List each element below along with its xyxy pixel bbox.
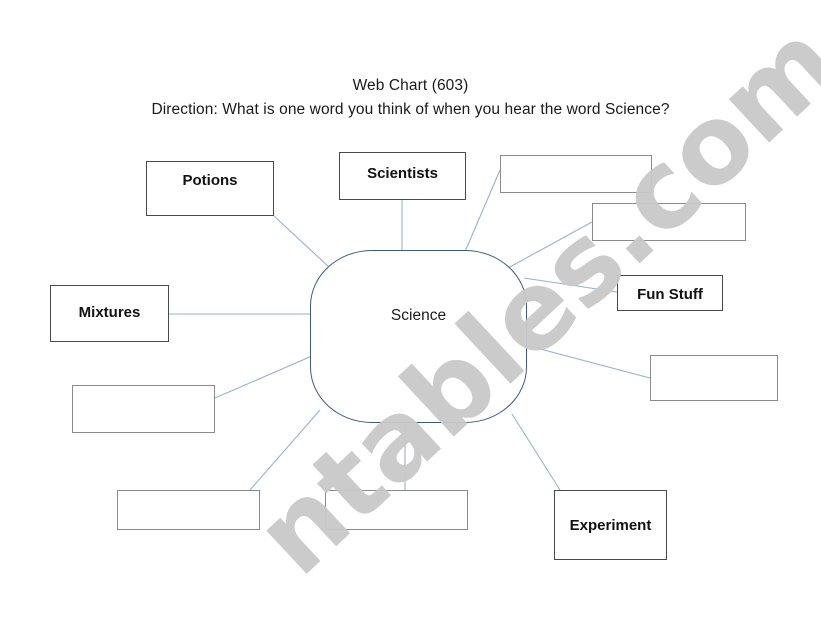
node-box-empty-top-right-1[interactable] [500,155,652,193]
node-label-potions: Potions [182,172,238,189]
connector-empty-l1 [214,355,313,399]
connector-experiment [511,413,561,491]
connector-potions [273,215,331,269]
node-box-experiment[interactable]: Experiment [554,490,667,560]
chart-title: Web Chart (603) [352,77,469,94]
node-label-scientists: Scientists [367,164,438,182]
connector-funstuff [523,277,618,293]
page-heading: Web Chart (603) Direction: What is one w… [0,74,821,122]
node-label-experiment: Experiment [569,516,652,534]
node-box-potions[interactable]: Potions [146,161,274,216]
node-box-empty-top-right-2[interactable] [592,203,746,241]
node-label-mixtures: Mixtures [78,304,141,321]
node-label-fun-stuff: Fun Stuff [637,285,703,303]
worksheet-page: ntables.com Web Chart (603) Direction: W… [0,0,821,634]
node-box-fun-stuff[interactable]: Fun Stuff [617,275,723,311]
node-box-empty-lower-left[interactable] [72,385,215,433]
center-node-science[interactable]: Science [310,250,527,423]
node-box-scientists[interactable]: Scientists [339,152,466,200]
chart-direction: Direction: What is one word you think of… [151,101,670,118]
connector-empty-bl [249,409,321,491]
node-box-empty-bottom-left[interactable] [117,490,260,530]
connector-empty-r1 [524,344,651,379]
connector-empty-tr2 [507,221,593,269]
center-node-label: Science [390,307,447,324]
node-box-mixtures[interactable]: Mixtures [50,285,169,342]
node-box-empty-bottom-center[interactable] [325,490,468,530]
node-box-empty-lower-right[interactable] [650,355,778,401]
